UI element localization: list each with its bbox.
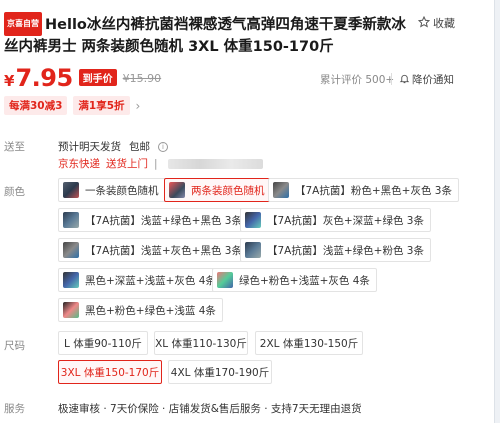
original-price: ¥15.90 [122, 72, 162, 85]
promo-row[interactable]: 每满30减3 满1享5折 › [4, 96, 140, 115]
scroll-edge [494, 0, 500, 423]
star-icon [417, 15, 431, 31]
send-to-door-label: 送货上门 [106, 158, 148, 170]
color-option-label: 【7A抗菌】浅蓝+绿色+粉色 3条 [267, 244, 424, 257]
size-option[interactable]: 4XL 体重170-190斤 [168, 360, 272, 384]
color-option-label: 一条装颜色随机 [85, 184, 159, 197]
color-label: 颜色 [4, 186, 25, 198]
product-title-block: 京喜自营 Hello冰丝内裤抗菌裆裸感透气高弹四角速干夏季新款冰丝内裤男士 两条装… [4, 12, 414, 58]
product-thumbnail [63, 302, 79, 318]
color-option[interactable]: 【7A抗菌】浅蓝+绿色+黑色 3条 [58, 208, 249, 232]
review-count[interactable]: 累计评价 500+ [320, 72, 394, 87]
info-icon[interactable]: i [158, 141, 168, 152]
price-currency: ¥ [4, 72, 15, 90]
color-option[interactable]: 一条装颜色随机 [58, 178, 166, 202]
product-thumbnail [169, 182, 185, 198]
product-thumbnail [245, 212, 261, 228]
size-label: 尺码 [4, 340, 25, 352]
color-option-label: 黑色+粉色+绿色+浅蓝 4条 [85, 304, 216, 317]
shipping-eta: 预计明天发货 [58, 141, 121, 153]
size-option[interactable]: XL 体重110-130斤 [154, 331, 248, 355]
price-drop-notify-button[interactable]: 降价通知 [399, 72, 454, 87]
price-value: 7.95 [15, 64, 73, 92]
divider [391, 73, 392, 85]
size-option[interactable]: 2XL 体重130-150斤 [255, 331, 363, 355]
shipping-eta-row: 预计明天发货 包邮 i [58, 139, 168, 154]
promo-tag[interactable]: 每满30减3 [4, 96, 68, 115]
product-title-text: Hello冰丝内裤抗菌裆裸感透气高弹四角速干夏季新款冰丝内裤男士 两条装颜色随机… [4, 17, 406, 55]
product-thumbnail [63, 212, 79, 228]
product-thumbnail [217, 272, 233, 288]
product-thumbnail [63, 182, 79, 198]
self-operated-tag: 京喜自营 [4, 12, 42, 36]
color-option[interactable]: 【7A抗菌】浅蓝+绿色+粉色 3条 [240, 238, 431, 262]
service-label: 服务 [4, 403, 25, 415]
promo-tag[interactable]: 满1享5折 [73, 96, 130, 115]
price-row: ¥ 7.95 到手价 ¥15.90 [4, 64, 161, 92]
color-option[interactable]: 绿色+粉色+浅蓝+灰色 4条 [212, 268, 377, 292]
notify-label: 降价通知 [412, 74, 454, 86]
location-divider-icon: | [154, 157, 158, 170]
jd-express-label: 京东快递 [58, 158, 100, 170]
color-option-label: 【7A抗菌】粉色+黑色+灰色 3条 [295, 184, 452, 197]
bell-icon [399, 73, 410, 87]
final-price-badge: 到手价 [78, 69, 117, 86]
color-option[interactable]: 黑色+粉色+绿色+浅蓝 4条 [58, 298, 223, 322]
chevron-right-icon[interactable]: › [136, 99, 141, 113]
size-option-selected[interactable]: 3XL 体重150-170斤 [58, 360, 162, 384]
size-option[interactable]: L 体重90-110斤 [58, 331, 148, 355]
service-text: 极速审核 · 7天价保险 · 店铺发货&售后服务 · 支持7天无理由退货 [58, 403, 362, 415]
shipping-label: 送至 [4, 141, 25, 153]
color-option[interactable]: 【7A抗菌】粉色+黑色+灰色 3条 [268, 178, 459, 202]
favorite-label: 收藏 [433, 17, 455, 30]
product-thumbnail [273, 182, 289, 198]
color-option-label: 两条装颜色随机 [191, 184, 265, 197]
color-option[interactable]: 黑色+深蓝+浅蓝+灰色 4条 [58, 268, 223, 292]
color-option[interactable]: 【7A抗菌】浅蓝+灰色+黑色 3条 [58, 238, 249, 262]
favorite-button[interactable]: 收藏 [417, 15, 455, 31]
color-option-label: 【7A抗菌】灰色+深蓝+绿色 3条 [267, 214, 424, 227]
color-option[interactable]: 【7A抗菌】灰色+深蓝+绿色 3条 [240, 208, 431, 232]
product-thumbnail [63, 242, 79, 258]
color-option-label: 【7A抗菌】浅蓝+灰色+黑色 3条 [85, 244, 242, 257]
blurred-address[interactable] [167, 158, 263, 169]
product-thumbnail [245, 242, 261, 258]
color-option-label: 【7A抗菌】浅蓝+绿色+黑色 3条 [85, 214, 242, 227]
free-shipping: 包邮 [129, 141, 150, 153]
color-option-selected[interactable]: 两条装颜色随机 [164, 178, 272, 202]
color-option-label: 绿色+粉色+浅蓝+灰色 4条 [239, 274, 370, 287]
shipping-address-row[interactable]: 京东快递 送货上门 | [58, 156, 263, 171]
product-thumbnail [63, 272, 79, 288]
color-option-label: 黑色+深蓝+浅蓝+灰色 4条 [85, 274, 216, 287]
product-title: 京喜自营 Hello冰丝内裤抗菌裆裸感透气高弹四角速干夏季新款冰丝内裤男士 两条装… [4, 12, 414, 58]
